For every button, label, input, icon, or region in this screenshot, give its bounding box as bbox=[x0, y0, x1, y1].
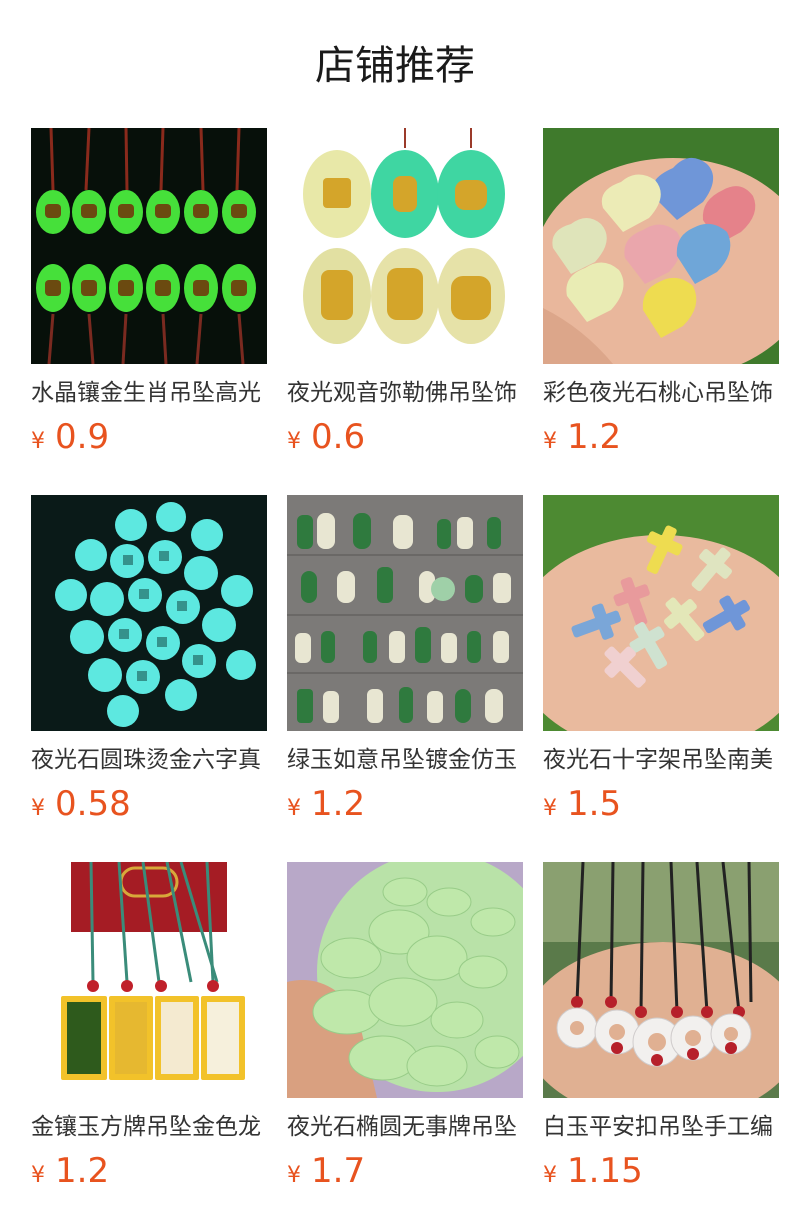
product-card[interactable]: 金镶玉方牌吊坠金色龙 ¥1.2 bbox=[31, 862, 267, 1202]
product-image-dragon-plaques[interactable] bbox=[31, 862, 267, 1098]
product-name[interactable]: 水晶镶金生肖吊坠高光 bbox=[31, 376, 267, 410]
product-price: ¥1.2 bbox=[543, 414, 621, 460]
price-value: 1.2 bbox=[55, 1151, 110, 1191]
product-name[interactable]: 夜光石椭圆无事牌吊坠 bbox=[287, 1110, 523, 1144]
currency-symbol: ¥ bbox=[543, 429, 557, 454]
product-image-cross-pendants[interactable] bbox=[543, 495, 779, 731]
product-name[interactable]: 金镶玉方牌吊坠金色龙 bbox=[31, 1110, 267, 1144]
price-value: 1.15 bbox=[567, 1151, 643, 1191]
product-card[interactable]: 夜光石椭圆无事牌吊坠 ¥1.7 bbox=[287, 862, 523, 1202]
product-name[interactable]: 夜光观音弥勒佛吊坠饰 bbox=[287, 376, 523, 410]
product-card[interactable]: 彩色夜光石桃心吊坠饰 ¥1.2 bbox=[543, 128, 779, 468]
price-value: 0.6 bbox=[311, 417, 366, 457]
product-image-heart-stones[interactable] bbox=[543, 128, 779, 364]
price-value: 1.7 bbox=[311, 1151, 366, 1191]
currency-symbol: ¥ bbox=[543, 1163, 557, 1188]
page-title: 店铺推荐 bbox=[315, 43, 475, 89]
price-value: 0.58 bbox=[55, 784, 131, 824]
product-card[interactable]: 白玉平安扣吊坠手工编 ¥1.15 bbox=[543, 862, 779, 1202]
product-image-buddha-pendants[interactable] bbox=[287, 128, 523, 364]
product-name[interactable]: 夜光石圆珠烫金六字真 bbox=[31, 743, 267, 777]
product-price: ¥1.2 bbox=[31, 1148, 109, 1194]
product-price: ¥1.15 bbox=[543, 1148, 643, 1194]
price-value: 0.9 bbox=[55, 417, 110, 457]
product-card[interactable]: 水晶镶金生肖吊坠高光 ¥0.9 bbox=[31, 128, 267, 468]
product-price: ¥1.7 bbox=[287, 1148, 365, 1194]
product-card[interactable]: 夜光石十字架吊坠南美 ¥1.5 bbox=[543, 495, 779, 835]
price-value: 1.2 bbox=[311, 784, 366, 824]
product-price: ¥0.58 bbox=[31, 781, 131, 827]
price-value: 1.5 bbox=[567, 784, 622, 824]
product-price: ¥0.6 bbox=[287, 414, 365, 460]
product-image-donut-pendants[interactable] bbox=[543, 862, 779, 1098]
currency-symbol: ¥ bbox=[287, 1163, 301, 1188]
product-card[interactable]: 夜光石圆珠烫金六字真 ¥0.58 bbox=[31, 495, 267, 835]
product-image-jade-assortment[interactable] bbox=[287, 495, 523, 731]
currency-symbol: ¥ bbox=[31, 796, 45, 821]
product-price: ¥0.9 bbox=[31, 414, 109, 460]
currency-symbol: ¥ bbox=[287, 429, 301, 454]
product-image-oval-stones[interactable] bbox=[287, 862, 523, 1098]
product-card[interactable]: 夜光观音弥勒佛吊坠饰 ¥0.6 bbox=[287, 128, 523, 468]
product-card[interactable]: 绿玉如意吊坠镀金仿玉 ¥1.2 bbox=[287, 495, 523, 835]
product-price: ¥1.5 bbox=[543, 781, 621, 827]
product-price: ¥1.2 bbox=[287, 781, 365, 827]
product-image-zodiac-pendants[interactable] bbox=[31, 128, 267, 364]
currency-symbol: ¥ bbox=[31, 1163, 45, 1188]
product-name[interactable]: 白玉平安扣吊坠手工编 bbox=[543, 1110, 779, 1144]
product-image-glowing-beads[interactable] bbox=[31, 495, 267, 731]
product-name[interactable]: 夜光石十字架吊坠南美 bbox=[543, 743, 779, 777]
currency-symbol: ¥ bbox=[31, 429, 45, 454]
currency-symbol: ¥ bbox=[287, 796, 301, 821]
product-name[interactable]: 绿玉如意吊坠镀金仿玉 bbox=[287, 743, 523, 777]
price-value: 1.2 bbox=[567, 417, 622, 457]
currency-symbol: ¥ bbox=[543, 796, 557, 821]
product-name[interactable]: 彩色夜光石桃心吊坠饰 bbox=[543, 376, 779, 410]
